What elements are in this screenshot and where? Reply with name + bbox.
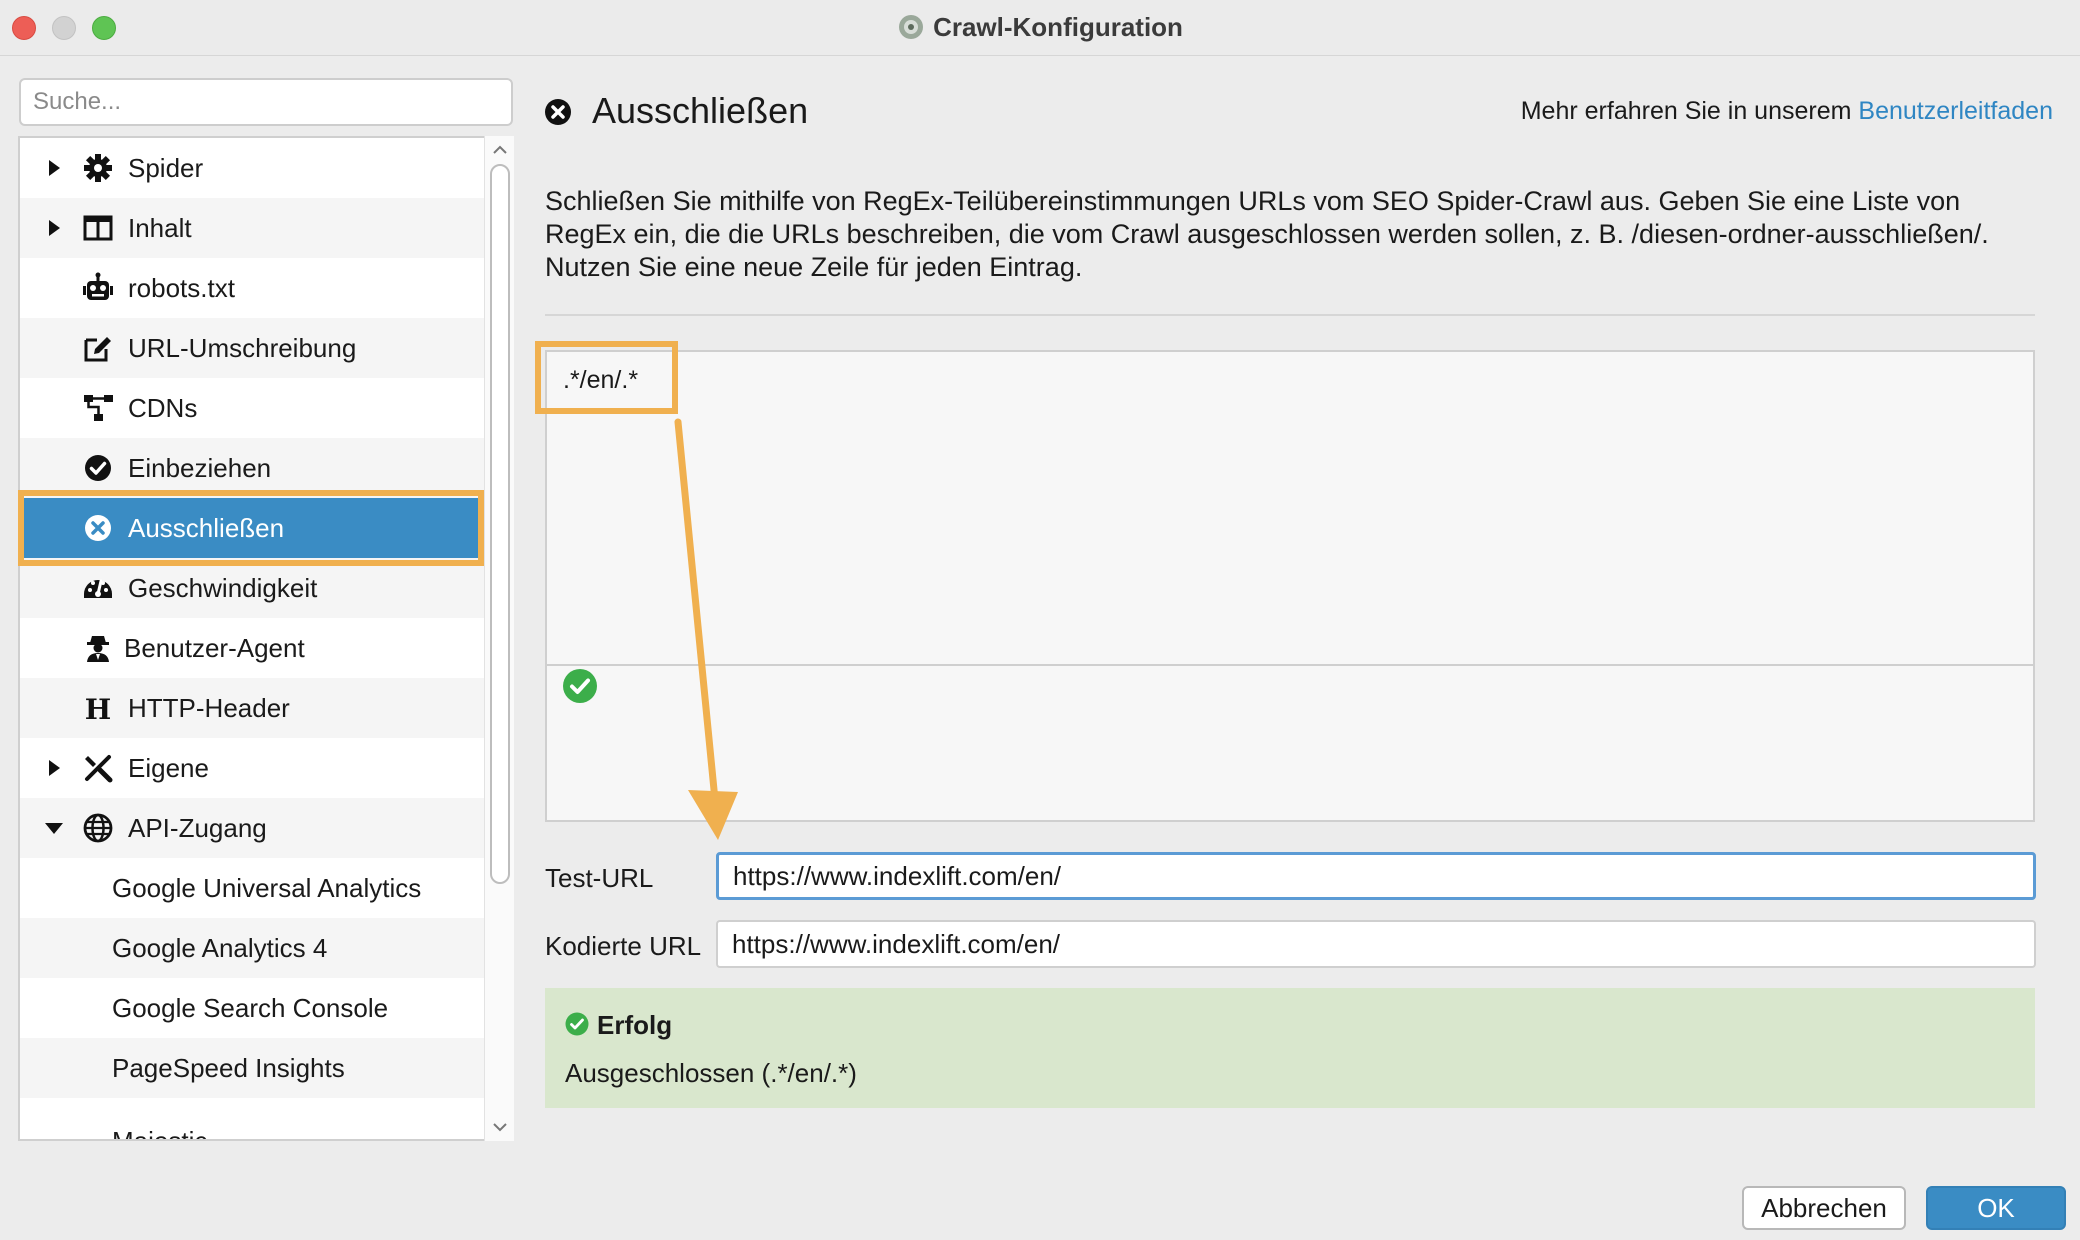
title-bar: Crawl-Konfiguration	[0, 0, 2080, 56]
valid-check-icon	[563, 669, 597, 703]
gear-icon	[84, 154, 112, 182]
test-url-input[interactable]	[716, 852, 2036, 900]
sidebar-item-label: Einbeziehen	[128, 452, 272, 483]
sidebar-item-google-analytics-4[interactable]: Google Analytics 4	[20, 918, 484, 978]
settings-tree-list: Spider Inhalt robots.txt URL-Umschreibun…	[20, 138, 484, 1141]
page-title: Ausschließen	[592, 90, 809, 131]
sidebar-item-majestic[interactable]: Majestic	[20, 1098, 484, 1141]
x-circle-icon	[545, 99, 571, 125]
regex-entry[interactable]: .*/en/.*	[563, 366, 638, 395]
collapse-arrow-icon[interactable]	[44, 818, 64, 838]
sidebar-item-google-search-console[interactable]: Google Search Console	[20, 978, 484, 1038]
sidebar-item-url-umschreibung[interactable]: URL-Umschreibung	[20, 318, 484, 378]
sidebar-item-cdns[interactable]: CDNs	[20, 378, 484, 438]
sidebar-item-eigene[interactable]: Eigene	[20, 738, 484, 798]
help-prefix: Mehr erfahren Sie in unserem	[1520, 97, 1852, 125]
sidebar-item-label: CDNs	[128, 392, 198, 423]
result-title: Erfolg	[597, 1010, 673, 1040]
regex-editor-divider	[547, 664, 2033, 666]
window-title: Crawl-Konfiguration	[933, 12, 1183, 42]
description-text: Schließen Sie mithilfe von RegEx-Teilübe…	[545, 186, 1989, 282]
expand-arrow-icon[interactable]	[44, 758, 64, 778]
sidebar-item-label: Eigene	[128, 752, 209, 783]
success-check-icon	[565, 1012, 589, 1036]
sidebar-item-robots[interactable]: robots.txt	[20, 258, 484, 318]
sidebar-item-label: API-Zugang	[128, 812, 267, 843]
sidebar-item-label: Google Search Console	[112, 992, 389, 1023]
sidebar-item-ausschliessen[interactable]: Ausschließen	[20, 498, 484, 558]
sidebar-item-label: Spider	[128, 152, 204, 183]
test-url-label: Test-URL	[545, 863, 654, 893]
result-text: Ausgeschlossen (.*/en/.*)	[565, 1058, 857, 1088]
ok-button[interactable]: OK	[1926, 1186, 2066, 1230]
scroll-thumb[interactable]	[490, 164, 510, 884]
user-secret-icon	[87, 636, 109, 662]
cancel-button[interactable]: Abbrechen	[1742, 1186, 1906, 1230]
sidebar-item-label: HTTP-Header	[128, 692, 290, 723]
encoded-url-field[interactable]	[716, 920, 2036, 968]
h-letter-icon: H	[85, 693, 111, 724]
encoded-url-label: Kodierte URL	[545, 931, 702, 961]
sidebar-item-spider[interactable]: Spider	[20, 138, 484, 198]
sidebar-item-google-universal-analytics[interactable]: Google Universal Analytics	[20, 858, 484, 918]
sidebar-item-einbeziehen[interactable]: Einbeziehen	[20, 438, 484, 498]
sidebar-item-label: Inhalt	[128, 212, 192, 243]
globe-icon	[83, 813, 113, 843]
result-panel: Erfolg Ausgeschlossen (.*/en/.*)	[545, 988, 2035, 1108]
x-circle-icon	[85, 515, 111, 541]
sidebar-item-label: Benutzer-Agent	[124, 632, 305, 663]
regex-editor[interactable]: .*/en/.*	[545, 350, 2035, 822]
expand-arrow-icon[interactable]	[44, 158, 64, 178]
sidebar-item-label: robots.txt	[128, 272, 235, 303]
sidebar-scrollbar[interactable]	[484, 136, 514, 1141]
user-guide-link[interactable]: Benutzerleitfaden	[1858, 97, 2053, 125]
sidebar-item-benutzer-agent[interactable]: Benutzer-Agent	[20, 618, 484, 678]
sidebar-item-label: Ausschließen	[128, 512, 285, 543]
search-input[interactable]	[19, 78, 513, 126]
check-circle-icon	[85, 455, 111, 481]
sidebar-item-label: Majestic	[112, 1126, 208, 1141]
sidebar-item-label: URL-Umschreibung	[128, 332, 357, 363]
sidebar-item-geschwindigkeit[interactable]: Geschwindigkeit	[20, 558, 484, 618]
columns-icon	[83, 215, 113, 241]
sidebar-item-http-header[interactable]: H HTTP-Header	[20, 678, 484, 738]
divider	[545, 314, 2035, 316]
settings-tree: Spider Inhalt robots.txt URL-Umschreibun…	[18, 136, 514, 1141]
scroll-down-icon[interactable]	[490, 1117, 510, 1137]
tools-icon	[85, 755, 113, 783]
sidebar-item-pagespeed-insights[interactable]: PageSpeed Insights	[20, 1038, 484, 1098]
network-icon	[84, 395, 113, 421]
sidebar-item-label: Google Universal Analytics	[112, 872, 422, 903]
sidebar-item-label: PageSpeed Insights	[112, 1052, 345, 1083]
edit-icon	[84, 337, 111, 362]
expand-arrow-icon[interactable]	[44, 218, 64, 238]
sidebar-item-inhalt[interactable]: Inhalt	[20, 198, 484, 258]
scroll-up-icon[interactable]	[490, 140, 510, 160]
svg-text:H: H	[85, 693, 111, 724]
window-title-container: Crawl-Konfiguration	[0, 12, 2080, 43]
sidebar-item-label: Geschwindigkeit	[128, 572, 318, 603]
speedometer-icon	[84, 579, 112, 598]
sidebar-item-api-zugang[interactable]: API-Zugang	[20, 798, 484, 858]
spider-app-icon	[899, 15, 924, 39]
robot-icon	[83, 272, 113, 300]
sidebar-item-label: Google Analytics 4	[112, 932, 328, 963]
help-text: Mehr erfahren Sie in unserem Benutzerlei…	[1521, 97, 2053, 126]
